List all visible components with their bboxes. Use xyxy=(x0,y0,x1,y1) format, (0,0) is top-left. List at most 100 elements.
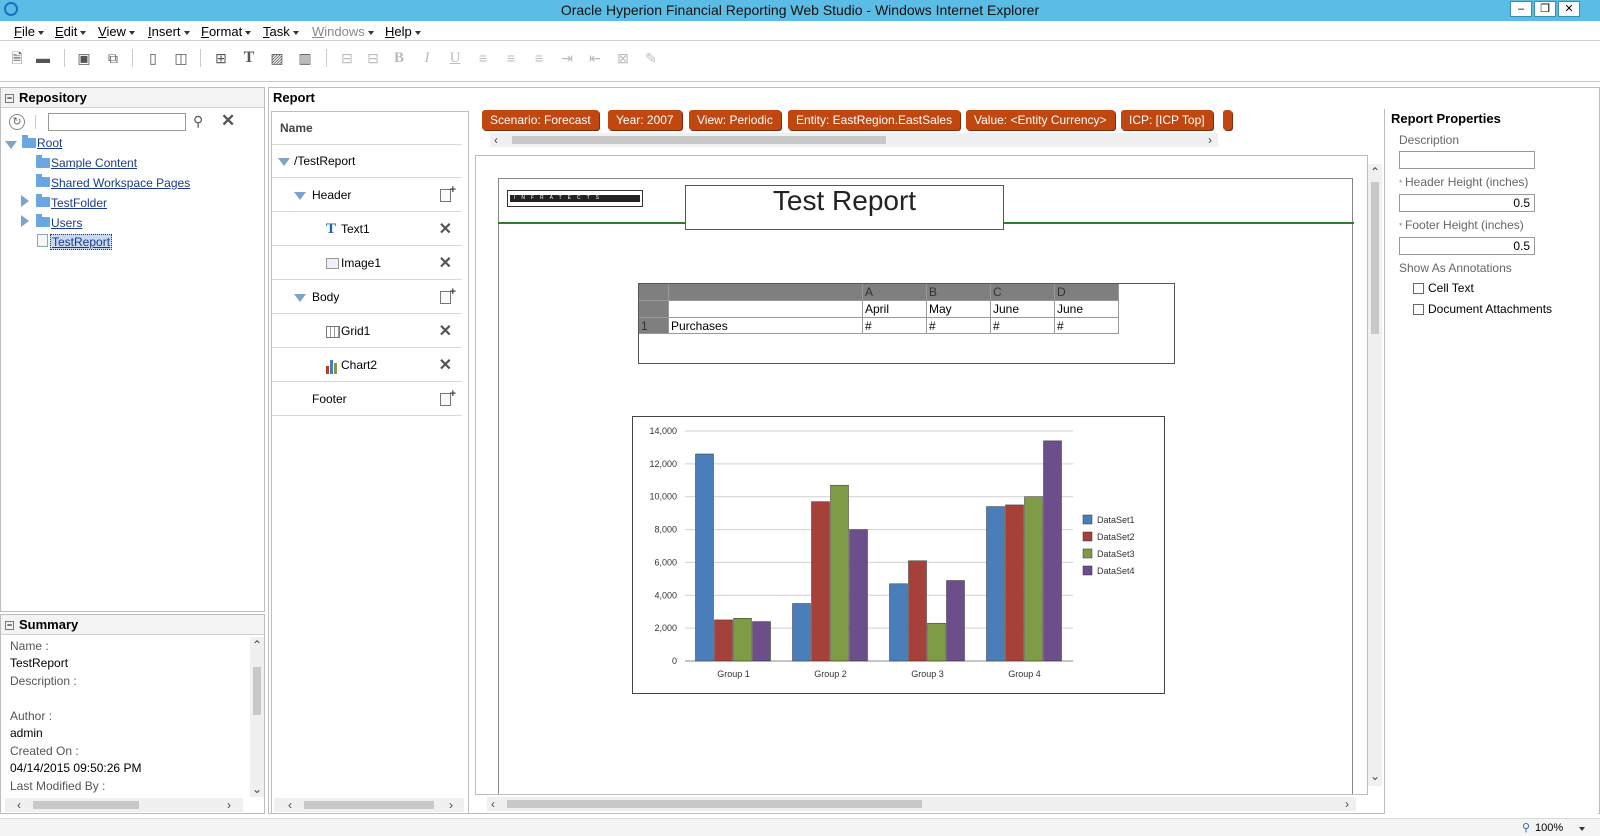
scroll-thumb[interactable] xyxy=(253,667,261,715)
indent-icon[interactable]: ⇥ xyxy=(558,49,576,67)
format-cells-icon[interactable]: ⊠ xyxy=(614,49,632,67)
footer-height-field[interactable]: 0.5 xyxy=(1399,237,1535,255)
outline-item-footer[interactable]: Footer xyxy=(272,378,462,416)
expand-down-icon[interactable] xyxy=(5,141,17,149)
scroll-up-icon[interactable]: ⌃ xyxy=(1370,166,1380,178)
bold-icon[interactable]: B xyxy=(390,49,408,67)
outline-item-body[interactable]: Body xyxy=(272,276,462,314)
repository-search-input[interactable] xyxy=(48,113,186,131)
zoom-dropdown-icon[interactable] xyxy=(1579,827,1585,831)
menu-windows[interactable]: Windows xyxy=(312,24,374,39)
report-grid[interactable]: A B C D April May June June 1 Purchases … xyxy=(638,283,1175,364)
scroll-up-icon[interactable]: ⌃ xyxy=(252,639,262,651)
scroll-down-icon[interactable]: ⌄ xyxy=(1370,770,1380,782)
insert-chart-icon[interactable]: ▥ xyxy=(296,49,314,67)
pov-icp[interactable]: ICP: [ICP Top] xyxy=(1121,110,1213,130)
scroll-thumb[interactable] xyxy=(512,136,886,144)
add-object-icon[interactable] xyxy=(440,174,456,207)
scroll-left-icon[interactable]: ‹ xyxy=(17,799,21,811)
tree-item-users[interactable]: Users xyxy=(51,214,82,232)
menu-view[interactable]: View xyxy=(98,24,135,39)
expand-right-icon[interactable] xyxy=(21,195,29,207)
scroll-left-icon[interactable]: ‹ xyxy=(494,134,498,146)
pov-year[interactable]: Year: 2007 xyxy=(608,110,682,130)
tree-item-sample-content[interactable]: Sample Content xyxy=(51,154,137,172)
scroll-right-icon[interactable]: › xyxy=(227,799,231,811)
preview-pdf-icon[interactable]: ▯ xyxy=(144,49,162,67)
align-center-icon[interactable]: ≡ xyxy=(502,49,520,67)
summary-vscrollbar[interactable]: ⌃ ⌄ xyxy=(250,637,264,797)
tree-item-root[interactable]: Root xyxy=(37,134,62,152)
outdent-icon[interactable]: ⇤ xyxy=(586,49,604,67)
clear-search-icon[interactable]: ✕ xyxy=(221,111,235,131)
expand-down-icon[interactable] xyxy=(294,294,306,302)
delete-icon[interactable]: ✕ xyxy=(439,324,452,340)
outline-item-grid1[interactable]: Grid1 ✕ xyxy=(272,315,462,348)
insert-grid-icon[interactable]: ⊞ xyxy=(212,49,230,67)
scroll-left-icon[interactable]: ‹ xyxy=(288,799,292,811)
zoom-level[interactable]: 100% xyxy=(1535,822,1563,834)
menu-edit[interactable]: Edit xyxy=(55,24,87,39)
outline-hscrollbar[interactable]: ‹ › xyxy=(274,798,464,812)
outline-item-image1[interactable]: Image1 ✕ xyxy=(272,247,462,280)
pov-hscrollbar[interactable]: ‹ › xyxy=(490,133,1218,147)
canvas-hscrollbar[interactable]: ‹ › xyxy=(487,797,1356,811)
expand-down-icon[interactable] xyxy=(294,192,306,200)
pov-overflow[interactable] xyxy=(1223,110,1232,130)
underline-icon[interactable]: U xyxy=(446,49,464,67)
insert-text-icon[interactable]: T xyxy=(240,49,258,67)
tree-item-testfolder[interactable]: TestFolder xyxy=(51,194,107,212)
scroll-thumb[interactable] xyxy=(1371,182,1379,334)
scroll-left-icon[interactable]: ‹ xyxy=(491,798,495,810)
scroll-right-icon[interactable]: › xyxy=(1345,798,1349,810)
format-painter-icon[interactable]: ✎ xyxy=(642,49,660,67)
new-document-icon[interactable]: 🗎 xyxy=(8,49,26,67)
save-all-icon[interactable]: ⧉ xyxy=(104,49,122,67)
pov-value[interactable]: Value: <Entity Currency> xyxy=(966,110,1115,130)
collapse-icon[interactable]: − xyxy=(5,94,14,104)
canvas-vscrollbar[interactable]: ⌃ ⌄ xyxy=(1368,164,1382,786)
report-chart[interactable]: 0 2,000 4,000 6,000 8,000 10,000 12,000 14,000 G… xyxy=(632,416,1165,694)
restore-button[interactable]: ❐ xyxy=(1534,1,1556,17)
delete-icon[interactable]: ✕ xyxy=(439,256,452,272)
scroll-down-icon[interactable]: ⌄ xyxy=(252,783,262,795)
refresh-icon[interactable]: ↻ xyxy=(9,114,25,130)
save-icon[interactable]: ▣ xyxy=(75,49,93,67)
summary-hscrollbar[interactable]: ‹ › xyxy=(5,798,243,812)
menu-help[interactable]: Help xyxy=(385,24,421,39)
report-logo-image[interactable]: INFRATECTS xyxy=(507,190,643,207)
scroll-thumb[interactable] xyxy=(304,801,434,809)
expand-down-icon[interactable] xyxy=(278,158,290,166)
scroll-right-icon[interactable]: › xyxy=(449,799,453,811)
scroll-thumb[interactable] xyxy=(507,800,922,808)
header-height-field[interactable]: 0.5 xyxy=(1399,194,1535,212)
outline-item-header[interactable]: Header xyxy=(272,174,462,212)
description-field[interactable] xyxy=(1399,151,1535,169)
align-right-icon[interactable]: ≡ xyxy=(530,49,548,67)
report-title-text[interactable]: Test Report xyxy=(685,185,1004,230)
outline-item-text1[interactable]: T Text1 ✕ xyxy=(272,213,462,246)
tree-item-testreport[interactable]: TestReport xyxy=(50,234,113,250)
add-object-icon[interactable] xyxy=(440,276,456,309)
menu-file[interactable]: File xyxy=(14,24,44,39)
close-button[interactable]: ✕ xyxy=(1558,1,1580,17)
web-preview-icon[interactable]: ◫ xyxy=(172,49,190,67)
tree-item-shared-workspace-pages[interactable]: Shared Workspace Pages xyxy=(51,174,190,192)
open-folder-icon[interactable]: ▬ xyxy=(34,49,52,67)
expand-right-icon[interactable] xyxy=(21,215,29,227)
pov-view[interactable]: View: Periodic xyxy=(689,110,781,130)
delete-icon[interactable]: ✕ xyxy=(439,358,452,374)
minimize-button[interactable]: – xyxy=(1510,1,1532,17)
insert-image-icon[interactable]: ▨ xyxy=(268,49,286,67)
grid-cells-icon[interactable]: ⊟ xyxy=(364,49,382,67)
document-attachments-checkbox[interactable] xyxy=(1413,304,1424,315)
pov-entity[interactable]: Entity: EastRegion.EastSales xyxy=(788,110,961,130)
italic-icon[interactable]: I xyxy=(418,49,436,67)
align-left-icon[interactable]: ≡ xyxy=(474,49,492,67)
outline-item-testreport[interactable]: /TestReport xyxy=(272,145,462,178)
collapse-icon[interactable]: − xyxy=(5,621,14,631)
scroll-thumb[interactable] xyxy=(33,801,139,809)
menu-insert[interactable]: Insert xyxy=(148,24,190,39)
pov-scenario[interactable]: Scenario: Forecast xyxy=(482,110,599,130)
outline-item-chart2[interactable]: Chart2 ✕ xyxy=(272,349,462,382)
